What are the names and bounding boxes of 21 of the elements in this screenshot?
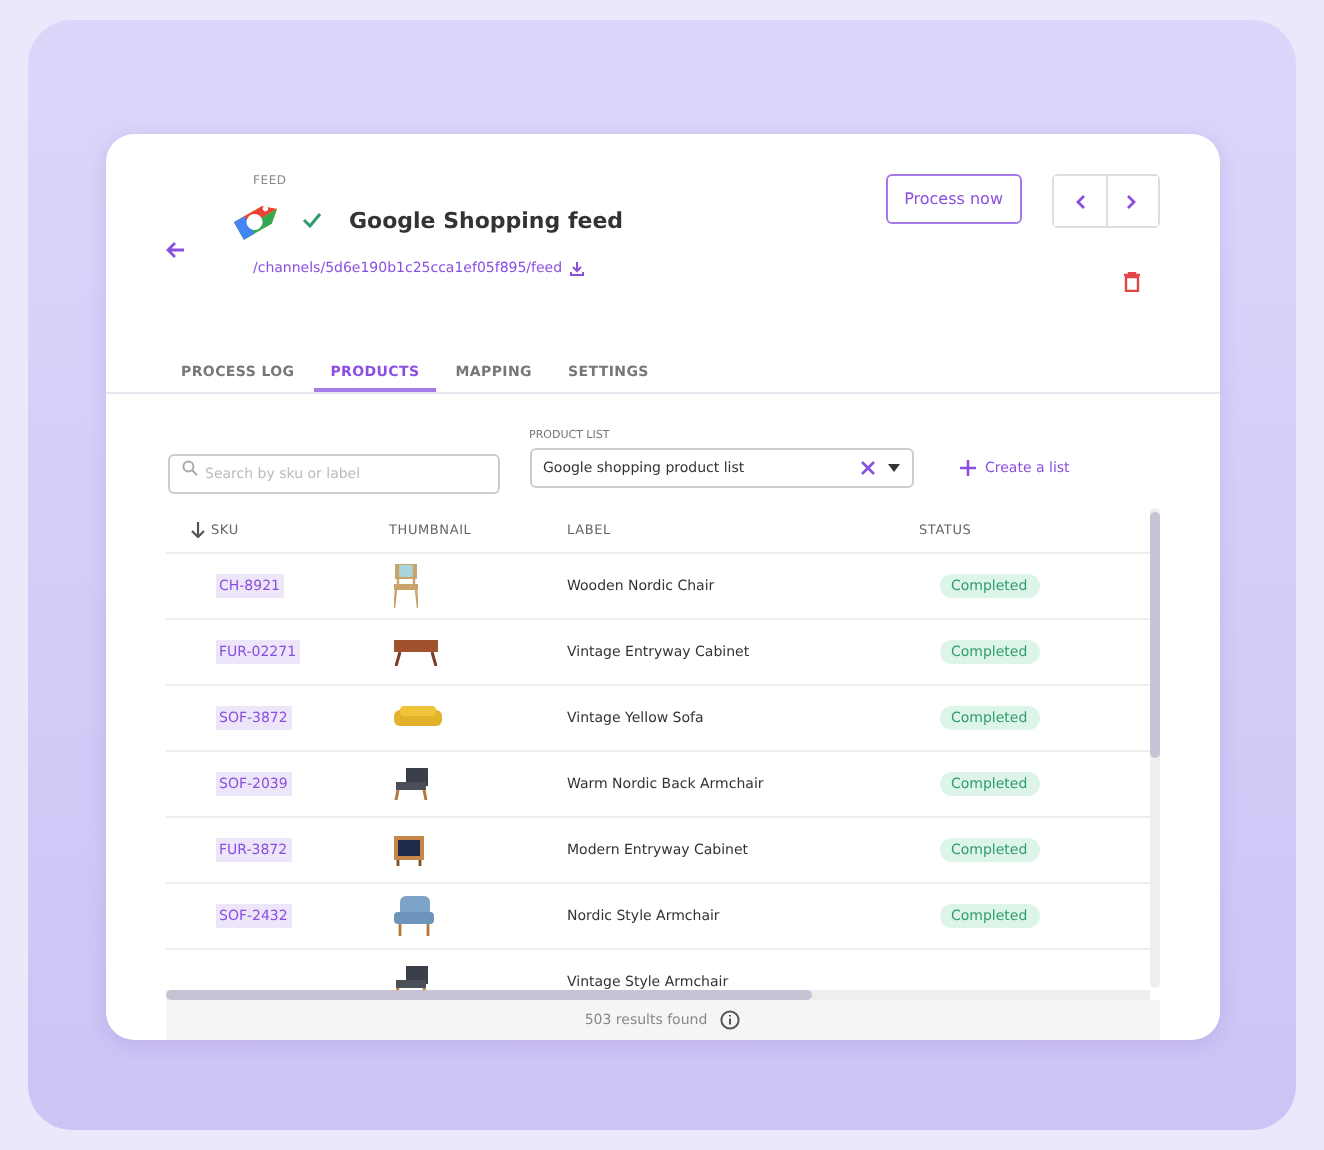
- chevron-left-icon: [1073, 193, 1085, 209]
- feed-title: Google Shopping feed: [349, 207, 624, 233]
- process-now-button[interactable]: Process now: [886, 174, 1021, 224]
- cabinet-icon: [393, 835, 423, 866]
- armchair-icon: [393, 768, 429, 801]
- chair-icon: [393, 564, 417, 609]
- vertical-scrollbar[interactable]: [1149, 508, 1159, 989]
- plus-icon: [959, 460, 975, 477]
- trash-icon[interactable]: [1123, 272, 1139, 292]
- cabinet-icon: [393, 638, 437, 667]
- chevron-right-icon: [1126, 193, 1138, 209]
- sofa-icon: [393, 706, 441, 731]
- back-arrow-icon[interactable]: [165, 240, 185, 260]
- info-icon[interactable]: [719, 1010, 740, 1031]
- sort-arrow-icon[interactable]: [189, 522, 205, 539]
- download-icon[interactable]: [570, 261, 585, 275]
- clear-icon[interactable]: [859, 460, 875, 477]
- search-icon: [181, 460, 197, 477]
- armchair-icon: [393, 896, 433, 937]
- horizontal-scrollbar[interactable]: [165, 990, 1149, 1001]
- caret-icon: [887, 464, 899, 473]
